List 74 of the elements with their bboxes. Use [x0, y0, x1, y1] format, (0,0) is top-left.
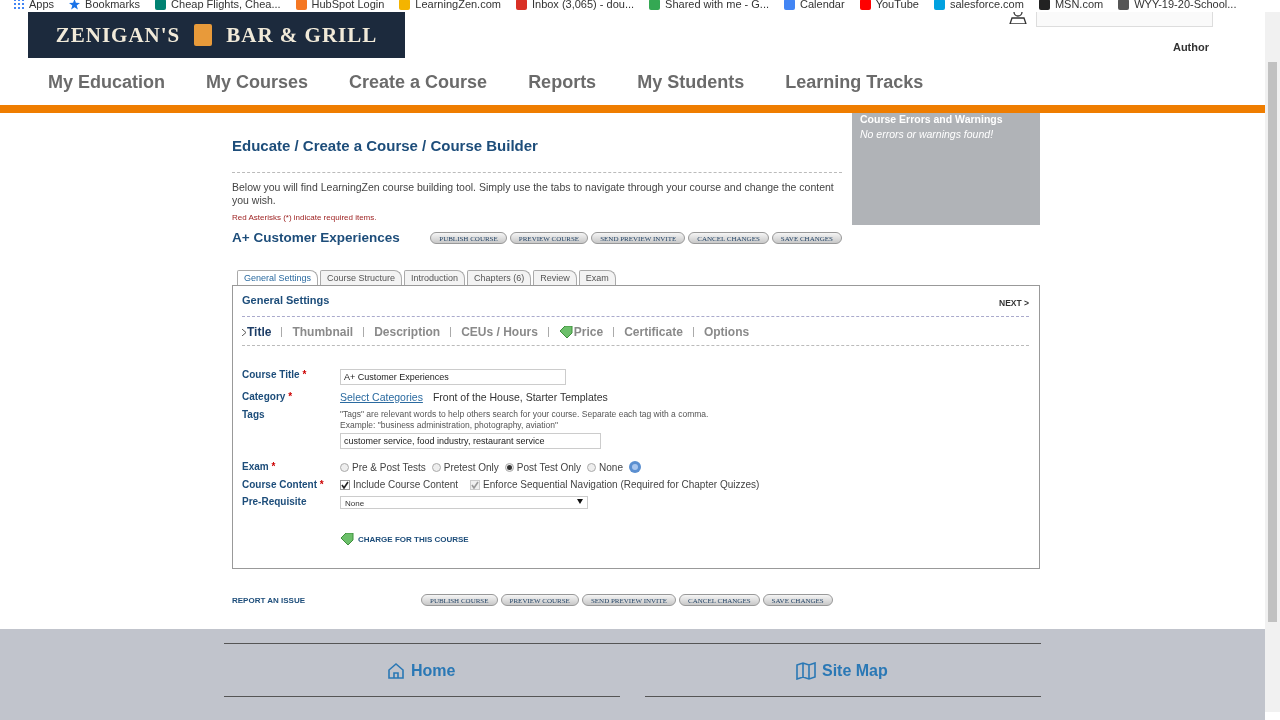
- radio-label: None: [599, 461, 623, 473]
- home-icon: [387, 662, 405, 680]
- tab[interactable]: Exam: [578, 270, 616, 285]
- radio-button[interactable]: [504, 462, 514, 472]
- tab[interactable]: Chapters (6): [467, 270, 532, 285]
- prerequisite-dropdown[interactable]: None: [340, 496, 588, 509]
- charge-link[interactable]: CHARGE FOR THIS COURSE: [358, 534, 469, 544]
- tab[interactable]: Course Structure: [320, 270, 403, 285]
- bookmark-link[interactable]: HubSpot Login: [311, 0, 385, 10]
- category-value: Front of the House, Starter Templates: [432, 391, 608, 403]
- nav-link[interactable]: My Education: [48, 72, 165, 93]
- radio-label: Pre & Post Tests: [352, 461, 426, 473]
- bookmark-link[interactable]: Cheap Flights, Chea...: [171, 0, 281, 10]
- scrollbar[interactable]: [1265, 12, 1280, 712]
- field-label: Pre-Requisite: [242, 496, 308, 509]
- report-issue-link[interactable]: REPORT AN ISSUE: [232, 595, 421, 605]
- radio-button[interactable]: [587, 462, 597, 472]
- tags-example: Example: "business administration, photography, aviation": [340, 420, 560, 431]
- tab[interactable]: General Settings: [237, 270, 319, 285]
- field-label: Course Content *: [242, 479, 325, 490]
- map-icon: [796, 662, 816, 680]
- intro-text: Below you will find LearningZen course building tool. Simply use the tabs to navigate through your course and change the content you wish.: [232, 181, 835, 207]
- field-label: Exam *: [242, 461, 277, 473]
- bookmark-link[interactable]: YouTube: [875, 0, 919, 10]
- checkbox-label: Include Course Content: [353, 479, 459, 490]
- user-icon: [1009, 12, 1027, 24]
- bookmark-link[interactable]: LearningZen.com: [415, 0, 501, 10]
- breadcrumb: Educate / Create a Course / Course Builder: [232, 137, 842, 173]
- radio-label: Post Test Only: [516, 461, 582, 473]
- nav-link[interactable]: Reports: [528, 72, 597, 93]
- tag-icon: [340, 533, 354, 545]
- panel-title: Course Errors and Warnings: [860, 113, 1004, 125]
- tag-icon: [558, 326, 573, 338]
- select-categories-link[interactable]: Select Categories: [340, 391, 423, 403]
- field-label: Tags: [242, 409, 266, 422]
- caret-icon: [577, 499, 583, 504]
- bookmark-link[interactable]: MSN.com: [1054, 0, 1104, 10]
- tags-help: "Tags" are relevant words to help others search for your course. Separate each tag with a comma.: [340, 409, 710, 420]
- tab[interactable]: Introduction: [404, 270, 466, 285]
- bookmark-link[interactable]: Shared with me - G...: [665, 0, 769, 10]
- user-role: Author: [1172, 41, 1209, 53]
- nav-link[interactable]: Learning Tracks: [785, 72, 924, 93]
- chevron-icon: [242, 328, 246, 336]
- field-label: Course Title *: [242, 369, 308, 382]
- logo-banner[interactable]: ZENIGAN'S BAR & GRILL: [28, 12, 405, 58]
- section-link[interactable]: Options: [703, 325, 750, 339]
- nav-link[interactable]: My Courses: [206, 72, 309, 93]
- panel-message: No errors or warnings found!: [860, 128, 995, 140]
- field-label: Category *: [242, 391, 294, 403]
- bookmark-link[interactable]: salesforce.com: [949, 0, 1024, 10]
- bookmark-link[interactable]: Bookmarks: [85, 0, 141, 10]
- section-link[interactable]: Certificate: [624, 325, 683, 339]
- nav-link[interactable]: Create a Course: [349, 72, 488, 93]
- checkbox[interactable]: [340, 479, 350, 490]
- help-icon[interactable]: [629, 461, 641, 473]
- nav-link[interactable]: My Students: [637, 72, 745, 93]
- tab[interactable]: Review: [533, 270, 577, 285]
- required-note: Red Asterisks (*) indicate required items.: [232, 213, 378, 222]
- checkbox-label: Enforce Sequential Navigation (Required for Chapter Quizzes): [483, 479, 760, 490]
- account-field[interactable]: [1036, 12, 1213, 27]
- radio-button[interactable]: [340, 462, 349, 472]
- radio-button[interactable]: [431, 462, 441, 472]
- tags-field[interactable]: customer service, food industry, restaurant service: [340, 433, 601, 449]
- next-link[interactable]: NEXT >: [999, 298, 1029, 308]
- panel-heading: General Settings: [242, 294, 330, 306]
- bookmark-link[interactable]: WYY-19-20-School...: [1134, 0, 1237, 10]
- radio-label: Pretest Only: [443, 461, 499, 473]
- section-link[interactable]: Title: [247, 325, 272, 339]
- bookmark-link[interactable]: Apps: [29, 0, 55, 10]
- section-link[interactable]: Description: [374, 325, 441, 339]
- course-name: A+ Customer Experiences: [232, 230, 400, 245]
- bookmark-link[interactable]: Calendar: [800, 0, 845, 10]
- course-title-field[interactable]: A+ Customer Experiences: [340, 369, 566, 385]
- bookmark-link[interactable]: Inbox (3,065) - dou...: [531, 0, 635, 10]
